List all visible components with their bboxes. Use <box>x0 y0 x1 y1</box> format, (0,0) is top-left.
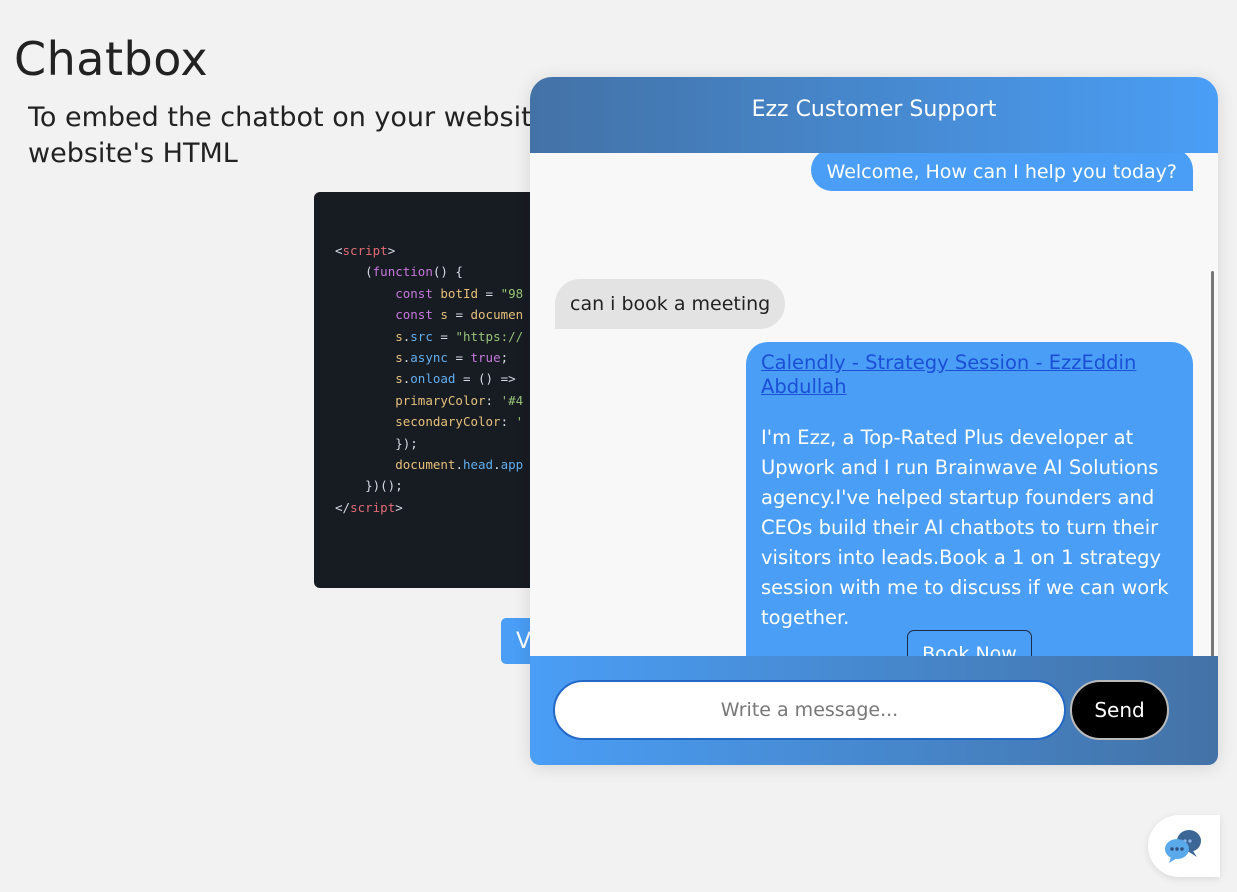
code-token: . <box>493 457 501 473</box>
code-token: s <box>395 371 403 387</box>
code-token: </ <box>335 499 351 515</box>
code-token: = <box>447 350 471 366</box>
calendly-description: I'm Ezz, a Top-Rated Plus developer at U… <box>761 426 1169 629</box>
bot-message-welcome: Welcome, How can I help you today? <box>810 153 1193 191</box>
chat-launcher-button[interactable] <box>1148 815 1220 877</box>
user-message: can i book a meeting <box>555 279 786 329</box>
code-token: s <box>395 328 403 344</box>
code-line: document.head.app <box>335 454 544 475</box>
code-token: true <box>470 350 501 366</box>
code-token: "98 <box>500 285 524 301</box>
send-button[interactable]: Send <box>1070 680 1169 740</box>
code-token: const <box>395 285 433 301</box>
code-line: })(); <box>335 475 544 496</box>
code-token: function <box>372 264 433 280</box>
code-token: script <box>342 243 388 258</box>
calendly-link[interactable]: Calendly - Strategy Session - EzzEddin A… <box>761 351 1178 399</box>
bot-message-calendly: Calendly - Strategy Session - EzzEddin A… <box>746 342 1193 656</box>
embed-instructions-line-1: To embed the chatbot on your websit <box>28 102 532 133</box>
code-line: s.async = true; <box>335 347 544 368</box>
code-token: ( <box>335 264 373 280</box>
code-token: () { <box>432 264 463 280</box>
chat-bubbles-icon <box>1165 830 1201 863</box>
code-token: = <box>478 285 501 301</box>
book-now-button[interactable]: Book Now <box>907 630 1032 656</box>
code-token: secondaryColor <box>395 414 501 430</box>
code-line: (function() { <box>335 261 544 282</box>
code-token: : <box>500 414 516 430</box>
code-token: async <box>410 350 448 366</box>
code-token: document <box>395 457 456 473</box>
code-token: head <box>462 457 494 473</box>
embed-instructions-line-2: website's HTML <box>28 138 238 169</box>
code-token: "https:// <box>455 328 524 344</box>
code-line: secondaryColor: ' <box>335 411 544 432</box>
code-line: const s = documen <box>335 304 544 325</box>
page-title: Chatbox <box>14 32 209 86</box>
code-token: = () => <box>455 371 516 387</box>
chat-footer: Send <box>530 656 1218 765</box>
code-line: s.onload = () => <box>335 368 544 389</box>
code-line: }); <box>335 433 544 454</box>
code-token: const <box>395 307 433 323</box>
code-token: script <box>350 499 396 515</box>
code-token: onload <box>410 371 456 387</box>
code-line: const botId = "98 <box>335 283 544 304</box>
code-token: documen <box>470 307 524 323</box>
chat-message-list[interactable]: Welcome, How can I help you today? can i… <box>530 153 1218 656</box>
code-line: primaryColor: '#4 <box>335 390 544 411</box>
code-token: app <box>500 457 524 473</box>
code-token: s <box>395 350 403 366</box>
code-token: = <box>447 307 471 323</box>
code-token: . <box>455 457 463 473</box>
code-token: src <box>410 328 433 344</box>
code-token: primaryColor <box>395 392 486 408</box>
code-token: = <box>432 328 456 344</box>
embed-code-block[interactable]: <script> (function() { const botId = "98… <box>314 192 544 588</box>
code-token: ' <box>515 414 524 430</box>
embed-instructions: To embed the chatbot on your websit webs… <box>28 100 588 172</box>
chat-window: Ezz Customer Support Welcome, How can I … <box>530 77 1218 765</box>
code-token: < <box>335 243 343 258</box>
code-token: : <box>485 392 501 408</box>
code-line: </script> <box>335 497 544 518</box>
code-token: ; <box>500 350 509 366</box>
chat-header-title: Ezz Customer Support <box>530 77 1218 153</box>
chat-scrollbar[interactable] <box>1211 271 1214 656</box>
code-token: > <box>387 243 396 258</box>
code-line: <script> <box>335 240 544 261</box>
code-token: botId <box>440 285 479 301</box>
code-token: > <box>395 499 403 515</box>
code-token: s <box>440 307 448 323</box>
code-token: }); <box>335 435 418 451</box>
message-input[interactable] <box>553 680 1066 740</box>
code-token: '#4 <box>500 392 524 408</box>
code-line: s.src = "https:// <box>335 326 544 347</box>
code-token: })(); <box>335 478 403 494</box>
